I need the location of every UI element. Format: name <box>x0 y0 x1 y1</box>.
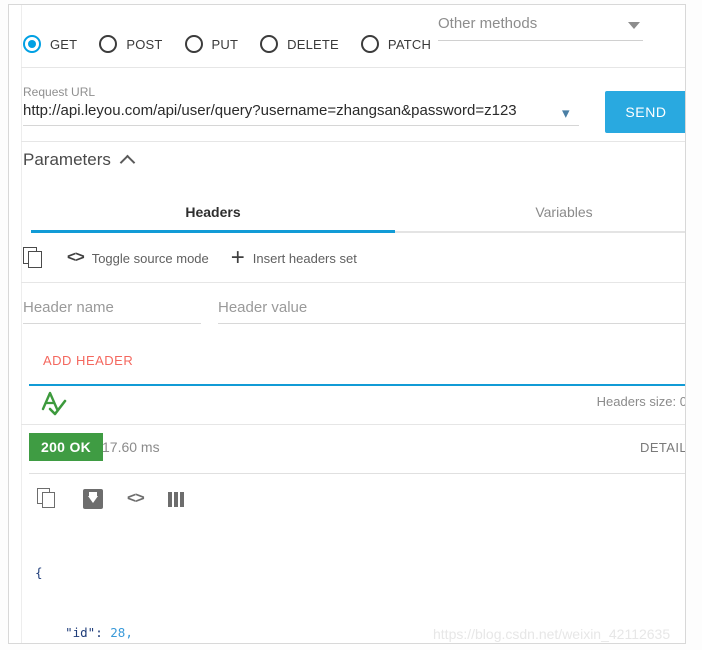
response-body: { "id": 28, "username": "zhangsan", "pho… <box>35 523 374 643</box>
method-label-get: GET <box>50 36 78 52</box>
divider-headers-status <box>21 424 685 425</box>
header-name-input[interactable]: Header name <box>23 299 201 324</box>
headers-size-label: Headers size: 0 <box>596 394 686 409</box>
method-radio-get[interactable]: GET <box>23 35 77 53</box>
add-header-button[interactable]: ADD HEADER <box>43 353 133 368</box>
download-icon[interactable] <box>83 489 103 509</box>
parameters-toggle[interactable]: Parameters <box>23 150 136 170</box>
insert-headers-set-label[interactable]: Insert headers set <box>253 251 357 266</box>
code-angle-brackets-icon[interactable]: <> <box>67 249 85 267</box>
response-detail-link[interactable]: DETAIL <box>640 440 685 455</box>
divider-headers-toolbar <box>21 282 685 283</box>
tab-active-underline <box>31 230 395 233</box>
other-methods-value: Other methods <box>438 15 538 32</box>
watermark: https://blog.csdn.net/weixin_42112635 <box>433 626 671 642</box>
method-label-patch: PATCH <box>387 36 432 52</box>
headers-toolbar: <> Toggle source mode + Insert headers s… <box>23 241 379 275</box>
header-value-input[interactable]: Header value <box>218 299 685 324</box>
request-url-input[interactable]: http://api.leyou.com/api/user/query?user… <box>23 102 579 126</box>
status-badge: 200 OK <box>29 433 104 461</box>
radio-indicator-get[interactable] <box>23 35 41 53</box>
json-line: "id": 28, <box>35 623 374 643</box>
code-angle-brackets-icon[interactable]: <> <box>127 490 145 508</box>
response-toolbar: <> <box>37 483 184 515</box>
method-label-post: POST <box>126 36 163 52</box>
chevron-down-icon[interactable] <box>628 22 640 29</box>
request-response-card: GET POST PUT DELETE PATCH Other methods <box>8 4 686 644</box>
chevron-up-icon[interactable] <box>119 154 136 170</box>
method-label-put: PUT <box>211 36 239 52</box>
tab-headers[interactable]: Headers <box>31 193 395 231</box>
json-key: "id": <box>35 625 111 640</box>
headers-status-row: Headers size: 0 <box>9 386 686 422</box>
json-line: { <box>35 565 43 580</box>
radio-indicator-delete[interactable] <box>260 35 279 53</box>
parameters-label: Parameters <box>23 150 111 169</box>
spellcheck-icon[interactable] <box>39 389 69 417</box>
divider-methods <box>21 67 685 68</box>
method-radio-delete[interactable]: DELETE <box>260 35 339 53</box>
response-status-row: 200 OK 17.60 ms DETAIL <box>9 426 685 472</box>
method-radio-put[interactable]: PUT <box>184 35 239 53</box>
method-radio-patch[interactable]: PATCH <box>360 35 432 53</box>
toggle-source-mode-label[interactable]: Toggle source mode <box>92 251 209 266</box>
method-radio-post[interactable]: POST <box>99 35 162 53</box>
json-number: 28, <box>110 625 133 640</box>
copy-icon[interactable] <box>37 488 59 510</box>
request-url-value: http://api.leyou.com/api/user/query?user… <box>23 102 517 119</box>
radio-indicator-patch[interactable] <box>360 35 379 53</box>
divider-response <box>29 473 685 474</box>
tab-variables[interactable]: Variables <box>441 193 685 231</box>
app-root: GET POST PUT DELETE PATCH Other methods <box>0 0 702 650</box>
left-rule <box>21 5 22 643</box>
plus-icon[interactable]: + <box>231 246 245 270</box>
request-url-underline <box>23 125 579 126</box>
method-label-delete: DELETE <box>287 36 339 52</box>
url-history-chevron-down-icon[interactable]: ▾ <box>562 104 570 122</box>
header-name-underline <box>23 323 201 324</box>
header-value-underline <box>218 323 685 324</box>
other-methods-underline <box>438 40 643 41</box>
other-methods-select[interactable]: Other methods <box>438 15 643 41</box>
copy-icon[interactable] <box>23 247 45 269</box>
parameters-tabs: Headers Variables <box>21 193 685 233</box>
radio-indicator-put[interactable] <box>184 35 203 53</box>
response-time: 17.60 ms <box>102 439 160 455</box>
header-value-placeholder: Header value <box>218 299 308 316</box>
columns-icon[interactable] <box>167 491 184 507</box>
send-button[interactable]: SEND <box>605 91 685 133</box>
request-url-label: Request URL <box>23 85 96 99</box>
radio-indicator-post[interactable] <box>99 35 118 53</box>
divider-url <box>21 141 685 142</box>
header-name-placeholder: Header name <box>23 299 114 316</box>
